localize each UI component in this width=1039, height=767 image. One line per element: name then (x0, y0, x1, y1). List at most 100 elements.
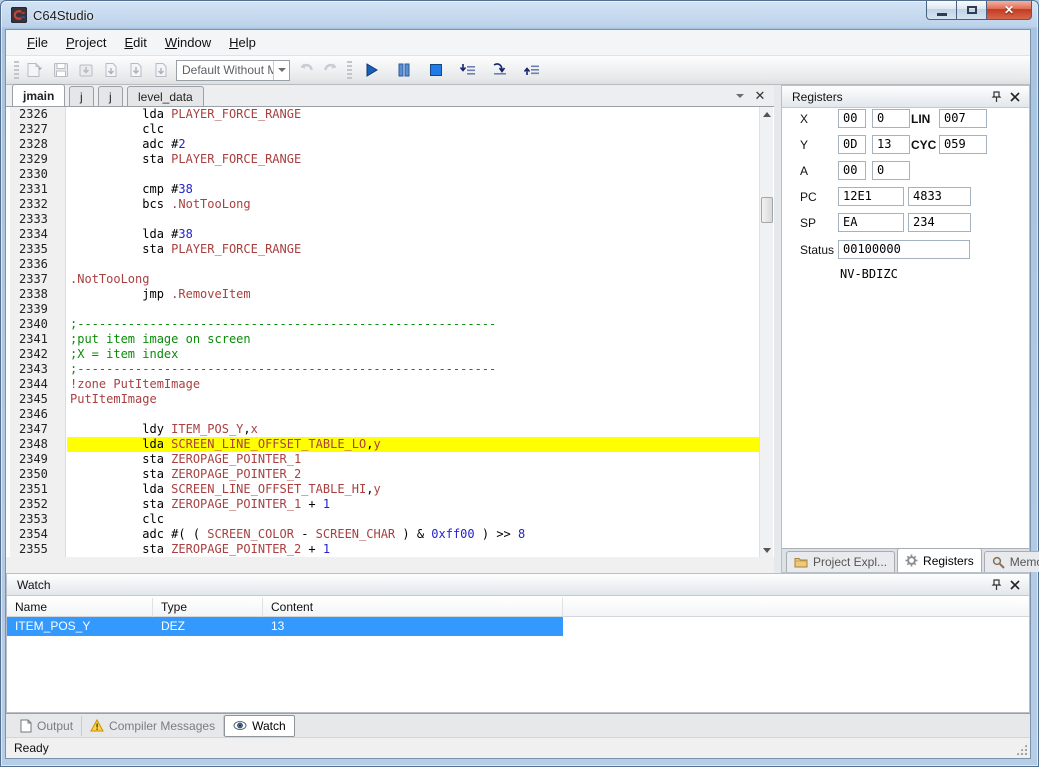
toolbar-grip[interactable] (347, 61, 352, 79)
vertical-splitter[interactable] (774, 85, 781, 573)
document-compile-button[interactable] (99, 59, 122, 81)
menu-item-edit[interactable]: Edit (115, 31, 155, 54)
register-x-dec-field[interactable]: 0 (872, 109, 910, 128)
code-line[interactable]: adc #2 (67, 137, 759, 152)
line-number[interactable]: 2337 (10, 272, 65, 287)
save-button[interactable] (49, 59, 72, 81)
line-number[interactable]: 2350 (10, 467, 65, 482)
watch-column-header-content[interactable]: Content (263, 598, 563, 617)
line-number[interactable]: 2342 (10, 347, 65, 362)
scroll-down-button[interactable] (760, 543, 774, 557)
save-all-button[interactable] (74, 59, 97, 81)
code-line[interactable]: lda #38 (67, 227, 759, 242)
code-line[interactable] (67, 212, 759, 227)
editor-tab-j-1[interactable]: j (69, 86, 94, 106)
register-a-dec-field[interactable]: 0 (872, 161, 910, 180)
vertical-scroll-thumb[interactable] (761, 197, 773, 223)
code-line[interactable]: clc (67, 512, 759, 527)
code-line[interactable]: jmp .RemoveItem (67, 287, 759, 302)
register-sp-dec-field[interactable]: 234 (908, 213, 971, 232)
maximize-button[interactable] (956, 1, 986, 20)
line-number[interactable]: 2336 (10, 257, 65, 272)
line-number[interactable]: 2331 (10, 182, 65, 197)
dock-tab-registers[interactable]: Registers (897, 548, 982, 572)
bottom-tab-output[interactable]: Output (12, 716, 82, 736)
line-number[interactable]: 2355 (10, 542, 65, 557)
minimize-button[interactable] (926, 1, 956, 20)
step-into-button[interactable] (453, 59, 483, 81)
dock-tab-memory[interactable]: Memory (984, 551, 1039, 572)
line-number[interactable]: 2326 (10, 107, 65, 122)
watch-column-header-name[interactable]: Name (7, 598, 153, 617)
line-number[interactable]: 2346 (10, 407, 65, 422)
redo-button[interactable] (319, 59, 342, 81)
code-line[interactable]: sta ZEROPAGE_POINTER_2 (67, 467, 759, 482)
build-config-combobox[interactable]: Default Without M (176, 60, 290, 81)
document-debug-button[interactable] (149, 59, 172, 81)
bottom-tab-compiler-messages[interactable]: Compiler Messages (82, 716, 224, 736)
pin-icon[interactable] (989, 90, 1003, 104)
line-number[interactable]: 2338 (10, 287, 65, 302)
line-number[interactable]: 2341 (10, 332, 65, 347)
editor-tab-jmain-0[interactable]: jmain (12, 84, 65, 106)
code-line[interactable]: lda SCREEN_LINE_OFFSET_TABLE_HI,y (67, 482, 759, 497)
line-number[interactable]: 2335 (10, 242, 65, 257)
pause-button[interactable] (389, 59, 419, 81)
menu-item-file[interactable]: File (18, 31, 57, 54)
code-line[interactable]: adc #( ( SCREEN_COLOR - SCREEN_CHAR ) & … (67, 527, 759, 542)
code-line[interactable]: sta PLAYER_FORCE_RANGE (67, 242, 759, 257)
line-number[interactable]: 2330 (10, 167, 65, 182)
line-number[interactable]: 2340 (10, 317, 65, 332)
menu-item-project[interactable]: Project (57, 31, 115, 54)
register-a-hex-field[interactable]: 00 (838, 161, 866, 180)
cyc-field[interactable]: 059 (939, 135, 987, 154)
title-bar[interactable]: C64Studio ✕ (1, 1, 1038, 29)
register-pc-hex-field[interactable]: 12E1 (838, 187, 904, 206)
close-button[interactable]: ✕ (986, 1, 1032, 20)
code-line[interactable]: PutItemImage (67, 392, 759, 407)
line-number[interactable]: 2349 (10, 452, 65, 467)
line-number[interactable]: 2351 (10, 482, 65, 497)
current-execution-line[interactable]: lda SCREEN_LINE_OFFSET_TABLE_LO,y (67, 437, 759, 452)
line-number[interactable]: 2332 (10, 197, 65, 212)
run-button[interactable] (357, 59, 387, 81)
line-number-gutter[interactable]: 2326232723282329233023312332233323342335… (10, 107, 66, 557)
stop-button[interactable] (421, 59, 451, 81)
editor-tab-j-2[interactable]: j (98, 86, 123, 106)
register-pc-dec-field[interactable]: 4833 (908, 187, 971, 206)
close-icon[interactable] (1008, 90, 1022, 104)
scroll-up-button[interactable] (760, 107, 774, 121)
toolbar-grip[interactable] (14, 61, 19, 79)
menu-item-help[interactable]: Help (220, 31, 265, 54)
code-line[interactable]: sta PLAYER_FORCE_RANGE (67, 152, 759, 167)
code-line[interactable] (67, 167, 759, 182)
code-line[interactable]: .NotTooLong (67, 272, 759, 287)
code-line[interactable]: ;X = item index (67, 347, 759, 362)
code-line[interactable]: ldy ITEM_POS_Y,x (67, 422, 759, 437)
code-line[interactable] (67, 407, 759, 422)
close-icon[interactable] (1008, 578, 1022, 592)
code-line[interactable]: sta ZEROPAGE_POINTER_2 + 1 (67, 542, 759, 557)
tab-list-dropdown-button[interactable] (732, 88, 748, 104)
combobox-dropdown[interactable] (273, 61, 289, 80)
code-line[interactable]: !zone PutItemImage (67, 377, 759, 392)
status-bits-field[interactable]: 00100000 (838, 240, 970, 259)
line-number[interactable]: 2353 (10, 512, 65, 527)
line-number[interactable]: 2352 (10, 497, 65, 512)
line-number[interactable]: 2329 (10, 152, 65, 167)
code-line[interactable] (67, 302, 759, 317)
pin-icon[interactable] (989, 578, 1003, 592)
code-line[interactable]: sta ZEROPAGE_POINTER_1 + 1 (67, 497, 759, 512)
document-build-button[interactable] (124, 59, 147, 81)
code-line[interactable]: ;put item image on screen (67, 332, 759, 347)
code-line[interactable]: cmp #38 (67, 182, 759, 197)
editor-tab-level-data-3[interactable]: level_data (127, 86, 204, 106)
code-line[interactable]: lda PLAYER_FORCE_RANGE (67, 107, 759, 122)
line-number[interactable]: 2334 (10, 227, 65, 242)
step-out-button[interactable] (517, 59, 547, 81)
new-document-button[interactable] (24, 59, 47, 81)
lin-field[interactable]: 007 (939, 109, 987, 128)
step-over-button[interactable] (485, 59, 515, 81)
code-line[interactable] (67, 257, 759, 272)
line-number[interactable]: 2328 (10, 137, 65, 152)
